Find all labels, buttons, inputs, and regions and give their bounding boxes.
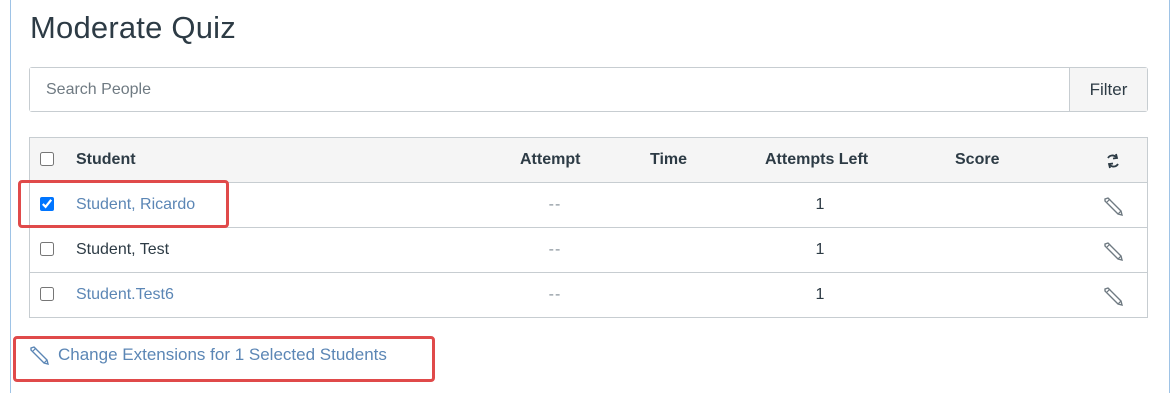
attempt-value: -- xyxy=(548,286,562,303)
refresh-icon[interactable] xyxy=(1102,151,1124,171)
row-checkbox[interactable] xyxy=(40,242,54,256)
right-border xyxy=(1169,0,1170,393)
row-checkbox[interactable] xyxy=(40,287,54,301)
pencil-icon[interactable] xyxy=(1102,286,1124,306)
search-bar: Filter xyxy=(29,67,1148,112)
highlight-selected-student xyxy=(18,180,229,228)
student-name-link[interactable]: Student.Test6 xyxy=(76,273,174,317)
table-header: Student Attempt Time Attempts Left Score xyxy=(30,138,1147,183)
pencil-icon[interactable] xyxy=(1102,196,1124,216)
header-student: Student xyxy=(76,151,136,168)
search-input[interactable] xyxy=(30,68,1069,111)
attempts-left-value: 1 xyxy=(815,286,825,303)
attempt-value: -- xyxy=(548,241,562,258)
page-title: Moderate Quiz xyxy=(30,10,236,45)
pencil-icon[interactable] xyxy=(1102,241,1124,261)
header-attempts-left: Attempts Left xyxy=(765,151,869,168)
filter-button[interactable]: Filter xyxy=(1069,68,1147,111)
header-time: Time xyxy=(650,151,688,168)
table-row: Student, Test -- 1 xyxy=(30,228,1147,273)
header-score: Score xyxy=(955,151,1000,168)
attempts-left-value: 1 xyxy=(815,196,825,213)
select-all-checkbox[interactable] xyxy=(40,152,54,166)
left-border xyxy=(10,0,11,393)
highlight-change-extensions xyxy=(13,336,435,382)
attempts-left-value: 1 xyxy=(815,241,825,258)
table-row: Student.Test6 -- 1 xyxy=(30,273,1147,318)
header-attempt: Attempt xyxy=(520,151,581,168)
attempt-value: -- xyxy=(548,196,562,213)
student-name: Student, Test xyxy=(76,241,170,258)
